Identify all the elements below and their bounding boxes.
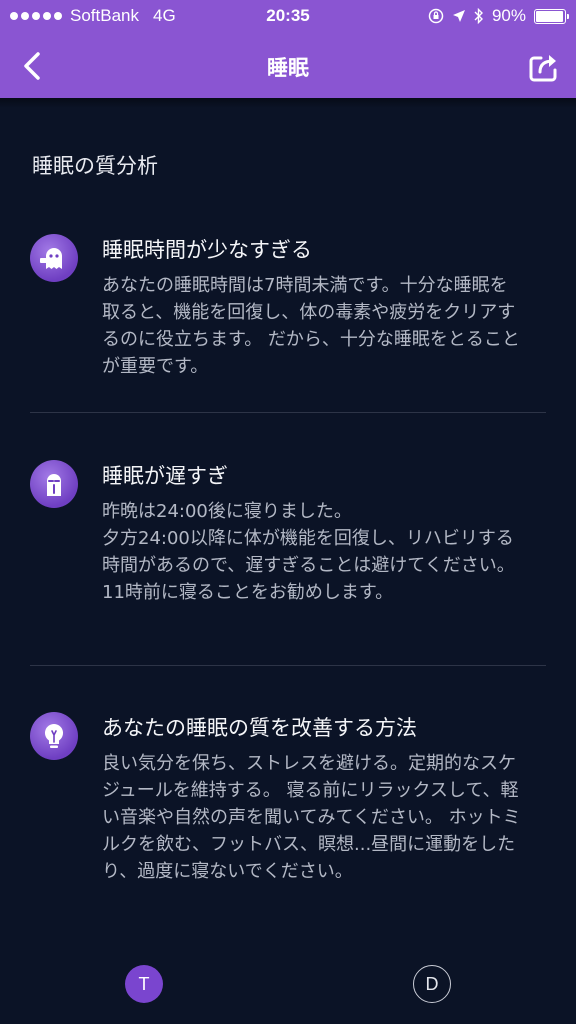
item-body: 良い気分を保ち、ストレスを避ける。定期的なスケジュールを維持する。 寝る前にリラ… <box>102 753 521 882</box>
back-button[interactable] <box>16 46 48 86</box>
divider <box>30 665 546 666</box>
battery-icon <box>534 8 569 24</box>
status-right: 90% <box>428 6 569 26</box>
item-title: 睡眠時間が少なすぎる <box>102 238 312 262</box>
share-icon <box>529 55 557 82</box>
rotation-lock-icon <box>428 8 444 24</box>
divider <box>30 412 546 413</box>
ghost-icon <box>30 234 78 282</box>
item-title: 睡眠が遅すぎ <box>102 464 228 488</box>
battery-percent: 90% <box>491 6 526 25</box>
nav-bar: 睡眠 <box>0 32 576 98</box>
nav-shadow <box>0 98 576 108</box>
item-body: 昨晩は24:00後に寝りました。 夕方24:00以降に体が機能を回復し、リハビリ… <box>102 501 515 603</box>
page-title: 睡眠 <box>267 56 309 80</box>
bluetooth-icon <box>474 8 483 24</box>
item-title: あなたの睡眠の質を改善する方法 <box>102 716 417 740</box>
sleepy-face-icon <box>30 460 78 508</box>
section-heading: 睡眠の質分析 <box>32 154 158 178</box>
location-arrow-icon <box>452 10 465 22</box>
chevron-left-icon <box>24 52 40 80</box>
avatar[interactable]: T <box>125 965 163 1003</box>
avatar[interactable]: D <box>413 965 451 1003</box>
share-button[interactable] <box>528 50 564 86</box>
item-body: あなたの睡眠時間は7時間未満です。十分な睡眠を取ると、機能を回復し、体の毒素や疲… <box>102 275 520 377</box>
status-bar: SoftBank 4G 20:35 90% <box>0 0 576 32</box>
lightbulb-icon <box>30 712 78 760</box>
